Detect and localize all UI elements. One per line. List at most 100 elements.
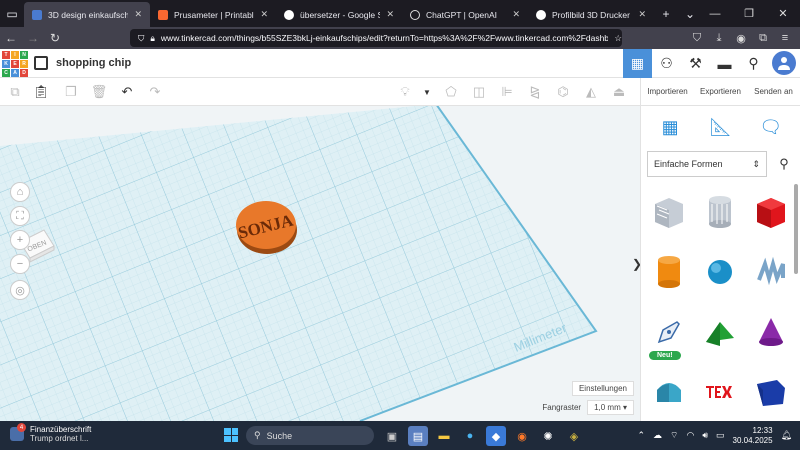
forward-icon[interactable]: → xyxy=(22,27,44,49)
add-user-icon[interactable]: ⚲ xyxy=(739,49,768,78)
task-view-icon[interactable]: ▣ xyxy=(382,426,402,446)
align-icon[interactable]: ⊫ xyxy=(498,83,516,101)
shape-cylinder[interactable] xyxy=(645,244,693,300)
paste-icon[interactable]: 📋︎ xyxy=(32,83,50,101)
clock[interactable]: 12:33 30.04.2025 xyxy=(733,426,773,446)
network-icon[interactable]: ⌔ xyxy=(670,430,678,441)
export-button[interactable]: Exportieren xyxy=(694,78,747,105)
workplane-grid-icon[interactable]: ▦ xyxy=(657,114,683,140)
shield-icon[interactable]: ⛉ xyxy=(138,33,144,44)
browser-tab[interactable]: 3D design einkaufschips - Tin ✕ xyxy=(24,2,150,27)
browser-tab[interactable]: übersetzer - Google Suche ✕ xyxy=(276,2,402,27)
close-window-icon[interactable]: ✕ xyxy=(766,0,800,27)
chevron-up-icon[interactable]: ⌃ xyxy=(637,430,645,441)
windows-start-icon[interactable] xyxy=(224,428,238,442)
home-view-icon[interactable]: ⌂ xyxy=(10,182,30,202)
minimize-icon[interactable]: — xyxy=(698,0,732,27)
redo-icon[interactable]: ↷ xyxy=(146,83,164,101)
shape-cone[interactable] xyxy=(747,304,795,360)
edge-icon[interactable]: ◆ xyxy=(486,426,506,446)
tinkercad-logo[interactable]: TIN KER CAD xyxy=(2,51,28,77)
bookmark-star-icon[interactable]: ☆ xyxy=(614,33,622,44)
undo-icon[interactable]: ↶ xyxy=(118,83,136,101)
mirror-icon[interactable]: ⧎ xyxy=(526,83,544,101)
light-dropdown-icon[interactable]: ▼ xyxy=(418,83,436,101)
file-explorer-icon[interactable]: ▬ xyxy=(434,426,454,446)
close-icon[interactable]: ✕ xyxy=(512,9,520,20)
shape-library-select[interactable]: Einfache Formen ⇕ xyxy=(647,151,767,177)
close-icon[interactable]: ✕ xyxy=(260,9,268,20)
copy-icon[interactable]: ⧉ xyxy=(6,83,24,101)
blocks-icon[interactable]: ⚇ xyxy=(652,49,681,78)
group-icon[interactable]: ⌬ xyxy=(554,83,572,101)
shape-round-roof[interactable] xyxy=(645,364,693,420)
browser-tab[interactable]: Prusameter | Printables.com ✕ xyxy=(150,2,276,27)
browser-tab[interactable]: Profilbild 3D Drucker ✕ xyxy=(528,2,654,27)
project-title[interactable]: shopping chip xyxy=(56,57,131,69)
shape-scribble[interactable] xyxy=(747,244,795,300)
cortana-icon[interactable]: ● xyxy=(460,426,480,446)
close-icon[interactable]: ✕ xyxy=(134,9,142,20)
download-icon[interactable]: ⤓ xyxy=(710,27,728,49)
store-icon[interactable]: ▤ xyxy=(408,426,428,446)
workplane[interactable]: Millimeter SONJA OBEN ⌂ ⛶ + − ◎ Einstell… xyxy=(0,106,640,421)
pocket-icon[interactable]: ⛉ xyxy=(688,27,706,49)
shape-scribble-pen[interactable]: Neu! xyxy=(645,304,693,360)
bricks-icon[interactable]: ⚒ xyxy=(681,49,710,78)
shape-box-hole[interactable] xyxy=(645,184,693,240)
reload-icon[interactable]: ↻ xyxy=(44,27,66,49)
send-to-button[interactable]: Senden an xyxy=(747,78,800,105)
settings-button[interactable]: Einstellungen xyxy=(571,381,634,396)
volume-icon[interactable]: 🔊︎ xyxy=(702,430,708,441)
app-icon[interactable]: ◈ xyxy=(564,426,584,446)
shape-text[interactable] xyxy=(696,364,744,420)
new-tab-icon[interactable]: + xyxy=(654,0,678,27)
shape-box[interactable] xyxy=(747,184,795,240)
avatar[interactable] xyxy=(772,51,796,75)
shape-roof[interactable] xyxy=(696,304,744,360)
duplicate-icon[interactable]: ❐ xyxy=(62,83,80,101)
delete-icon[interactable]: 🗑︎ xyxy=(90,83,108,101)
fit-view-icon[interactable]: ⛶ xyxy=(10,206,30,226)
grid-view-icon[interactable]: ▦ xyxy=(623,49,652,78)
workplane-icon[interactable]: ⏏ xyxy=(610,83,628,101)
wifi-icon[interactable]: ◠ xyxy=(686,430,694,441)
account-icon[interactable]: ◉ xyxy=(732,27,750,49)
notes-icon[interactable]: 🗨︎ xyxy=(758,114,784,140)
news-widget[interactable]: 4 Finanzüberschrift Trump ordnet l... xyxy=(10,423,91,443)
shape-cylinder-hole[interactable] xyxy=(696,184,744,240)
sim-lab-icon[interactable]: ▬ xyxy=(710,49,739,78)
note-icon[interactable]: ⬠ xyxy=(442,83,460,101)
menu-icon[interactable]: ≡ xyxy=(776,27,794,49)
ruler-icon[interactable]: ◫ xyxy=(470,83,488,101)
firefox-icon[interactable]: ◉ xyxy=(512,426,532,446)
chatgpt-icon[interactable]: ✺ xyxy=(538,426,558,446)
import-button[interactable]: Importieren xyxy=(641,78,694,105)
url-text[interactable]: www.tinkercad.com/things/b55SZE3bkLj-ein… xyxy=(161,33,608,43)
url-bar[interactable]: ⛉ 🔒︎ www.tinkercad.com/things/b55SZE3bkL… xyxy=(130,29,622,47)
tab-list-icon[interactable]: ▭ xyxy=(0,0,24,27)
design-menu-icon[interactable] xyxy=(34,56,48,70)
close-icon[interactable]: ✕ xyxy=(386,9,394,20)
panel-scrollbar[interactable] xyxy=(794,184,798,274)
battery-icon[interactable]: ▭ xyxy=(716,430,725,441)
onedrive-icon[interactable]: ☁ xyxy=(653,430,662,441)
grid-canvas[interactable]: Millimeter SONJA xyxy=(0,106,640,421)
extensions-icon[interactable]: ⧉ xyxy=(754,27,772,49)
ruler-tool-icon[interactable]: 📐︎ xyxy=(707,114,733,140)
zoom-in-icon[interactable]: + xyxy=(10,230,30,250)
search-icon[interactable]: ⚲ xyxy=(771,151,797,177)
close-icon[interactable]: ✕ xyxy=(638,9,646,20)
browser-tab[interactable]: ChatGPT | OpenAI ✕ xyxy=(402,2,528,27)
zoom-out-icon[interactable]: − xyxy=(10,254,30,274)
maximize-icon[interactable]: ❐ xyxy=(732,0,766,27)
light-icon[interactable]: 💡︎ xyxy=(396,83,414,101)
shape-polygon[interactable] xyxy=(747,364,795,420)
cruise-icon[interactable]: ◭ xyxy=(582,83,600,101)
shopping-chip[interactable]: SONJA xyxy=(236,201,297,254)
shape-sphere[interactable] xyxy=(696,244,744,300)
notification-icon[interactable]: 🔔︎ xyxy=(781,430,792,441)
snap-grid-select[interactable]: 1,0 mm ▾ xyxy=(587,400,634,415)
taskbar-search[interactable]: ⚲ Suche xyxy=(246,426,374,445)
back-icon[interactable]: ← xyxy=(0,27,22,49)
